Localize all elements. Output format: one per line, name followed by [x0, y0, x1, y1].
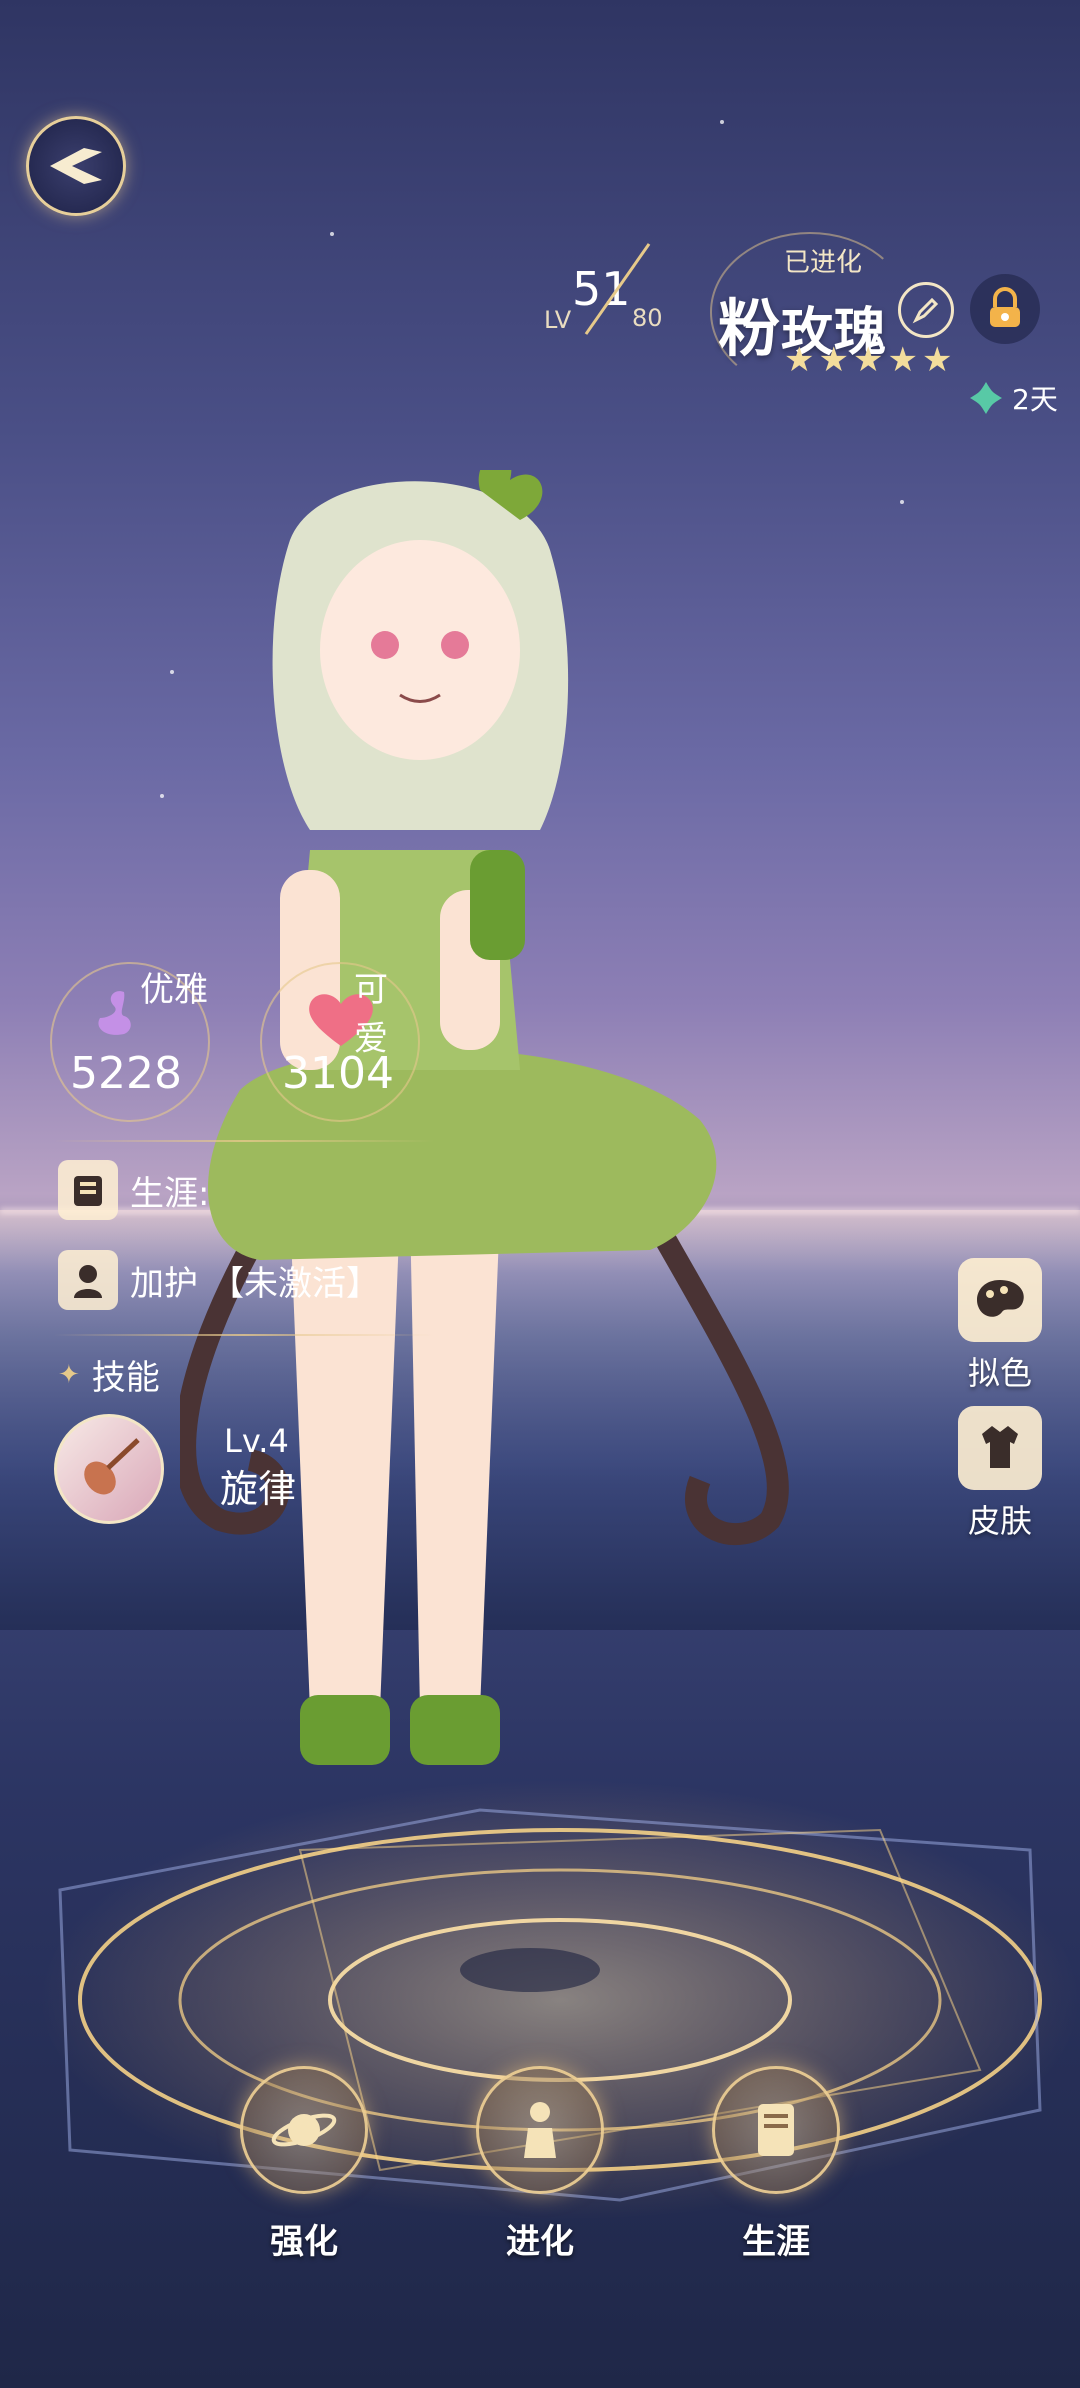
star-icon: ★: [852, 340, 884, 380]
skin-button[interactable]: 皮肤: [940, 1406, 1060, 1542]
career-row[interactable]: 生涯:: [58, 1160, 209, 1220]
skill-melody-button[interactable]: [54, 1414, 164, 1524]
character-illustration: [180, 470, 789, 1765]
divider: [54, 1140, 434, 1142]
protection-row[interactable]: 加护 【未激活】: [58, 1250, 380, 1310]
skill-name: 旋律: [220, 1467, 297, 1511]
evolve-button[interactable]: 进化: [460, 2066, 620, 2263]
enhance-label: 强化: [270, 2222, 338, 2262]
back-arrow-icon: [50, 148, 102, 184]
figure-icon: [476, 2066, 604, 2194]
pencil-icon: [912, 297, 939, 324]
stat-cuteness-name: 可爱: [354, 970, 388, 1059]
skills-heading-label: 技能: [91, 1358, 160, 1398]
sparkle-icon: ✦: [58, 1359, 80, 1390]
skills-heading: ✦ 技能: [58, 1350, 160, 1399]
stat-cuteness[interactable]: 可爱 3104: [260, 962, 420, 1122]
star-icon: ★: [921, 340, 953, 380]
time-remaining[interactable]: 2天: [968, 378, 1058, 418]
star-decoration: [170, 670, 174, 674]
stat-elegance-name: 优雅: [140, 970, 208, 1010]
swan-icon: [98, 991, 131, 1035]
skill-level: Lv.4: [224, 1422, 289, 1460]
stat-elegance[interactable]: 优雅 5228: [50, 962, 210, 1122]
violin-icon: [84, 1438, 140, 1495]
star-rating: ★ ★ ★ ★ ★: [784, 340, 952, 380]
star-decoration: [900, 500, 904, 504]
protection-icon: [58, 1250, 118, 1310]
stat-cuteness-value: 3104: [282, 1048, 394, 1099]
book-icon: [712, 2066, 840, 2194]
level-prefix: LV: [544, 306, 572, 334]
outfit-icon: [958, 1406, 1042, 1490]
star-icon: ★: [784, 340, 815, 380]
star-icon: ★: [887, 340, 918, 380]
enhance-button[interactable]: 强化: [224, 2066, 384, 2263]
dye-button[interactable]: 拟色: [940, 1258, 1060, 1394]
protection-label: 加护: [130, 1263, 198, 1304]
lock-button[interactable]: [970, 274, 1040, 344]
star-decoration: [720, 120, 724, 124]
planet-icon: [240, 2066, 368, 2194]
career-icon: [58, 1160, 118, 1220]
protection-status: 【未激活】: [210, 1263, 380, 1304]
career-nav-label: 生涯: [742, 2222, 810, 2262]
star-decoration: [330, 232, 334, 236]
star-decoration: [160, 794, 164, 798]
back-button[interactable]: [26, 116, 126, 216]
palette-icon: [958, 1258, 1042, 1342]
evolve-label: 进化: [506, 2222, 574, 2262]
career-button[interactable]: 生涯: [696, 2066, 856, 2263]
skin-label: 皮肤: [967, 1502, 1032, 1540]
divider: [54, 1334, 434, 1336]
level-max: 80: [632, 304, 663, 332]
character-name-first: 粉: [718, 292, 782, 365]
lock-icon: [990, 287, 1020, 327]
clover-icon: [970, 382, 1002, 414]
edit-name-button[interactable]: [898, 282, 954, 338]
level-indicator: LV 51 80: [544, 243, 694, 372]
evolution-status: 已进化: [784, 248, 863, 278]
star-icon: ★: [818, 340, 849, 380]
time-remaining-label: 2天: [1012, 383, 1058, 416]
career-label: 生涯:: [130, 1173, 210, 1214]
stat-elegance-value: 5228: [70, 1048, 182, 1099]
dye-label: 拟色: [967, 1354, 1032, 1392]
